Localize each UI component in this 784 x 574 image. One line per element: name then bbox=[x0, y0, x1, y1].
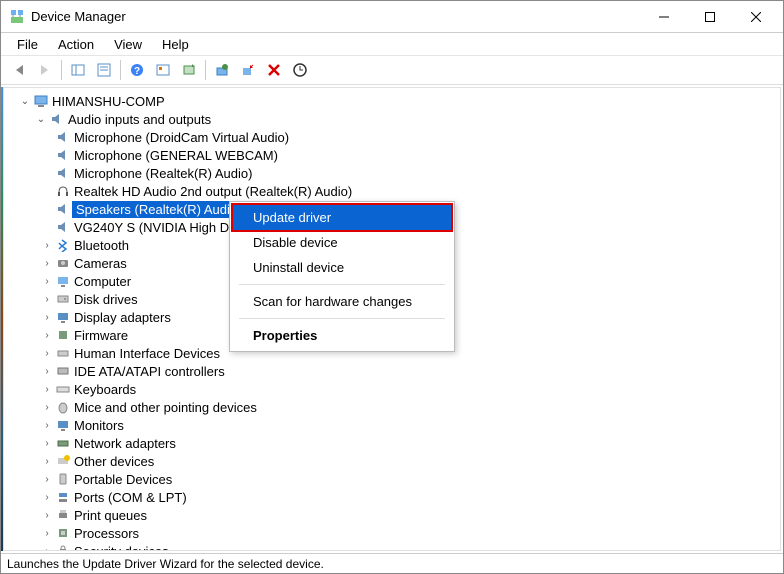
tree-device[interactable]: Microphone (GENERAL WEBCAM) bbox=[4, 146, 780, 164]
ide-icon bbox=[54, 364, 72, 378]
window-title: Device Manager bbox=[31, 9, 641, 24]
chevron-right-icon[interactable]: › bbox=[40, 420, 54, 431]
tree-device[interactable]: Microphone (DroidCam Virtual Audio) bbox=[4, 128, 780, 146]
chevron-right-icon[interactable]: › bbox=[40, 492, 54, 503]
chevron-right-icon[interactable]: › bbox=[40, 438, 54, 449]
menu-file[interactable]: File bbox=[9, 35, 46, 54]
chevron-right-icon[interactable]: › bbox=[40, 546, 54, 552]
menu-action[interactable]: Action bbox=[50, 35, 102, 54]
port-icon bbox=[54, 490, 72, 504]
monitor-icon bbox=[54, 418, 72, 432]
tree-category[interactable]: ›Processors bbox=[4, 524, 780, 542]
chevron-right-icon[interactable]: › bbox=[40, 456, 54, 467]
speaker-icon bbox=[54, 130, 72, 144]
menu-help[interactable]: Help bbox=[154, 35, 197, 54]
chevron-down-icon[interactable]: ⌄ bbox=[18, 96, 32, 107]
tree-category[interactable]: ›Ports (COM & LPT) bbox=[4, 488, 780, 506]
tree-category[interactable]: ›Network adapters bbox=[4, 434, 780, 452]
chevron-right-icon[interactable]: › bbox=[40, 294, 54, 305]
chevron-right-icon[interactable]: › bbox=[40, 528, 54, 539]
keyboard-icon bbox=[54, 382, 72, 396]
chevron-right-icon[interactable]: › bbox=[40, 402, 54, 413]
chevron-right-icon[interactable]: › bbox=[40, 312, 54, 323]
show-hide-button[interactable] bbox=[66, 58, 90, 82]
chevron-right-icon[interactable]: › bbox=[40, 366, 54, 377]
app-icon bbox=[9, 9, 25, 25]
back-button[interactable] bbox=[7, 58, 31, 82]
chevron-right-icon[interactable]: › bbox=[40, 330, 54, 341]
minimize-button[interactable] bbox=[641, 2, 687, 32]
add-driver-button[interactable] bbox=[177, 58, 201, 82]
tree-root[interactable]: ⌄ HIMANSHU-COMP bbox=[4, 92, 780, 110]
disable-button[interactable] bbox=[236, 58, 260, 82]
speaker-icon bbox=[54, 148, 72, 162]
network-icon bbox=[54, 436, 72, 450]
scan-button[interactable] bbox=[151, 58, 175, 82]
cm-scan-hardware[interactable]: Scan for hardware changes bbox=[233, 289, 451, 314]
tree-category[interactable]: ›Mice and other pointing devices bbox=[4, 398, 780, 416]
toolbar: ? bbox=[1, 55, 783, 85]
computer-icon bbox=[54, 274, 72, 288]
tree-category[interactable]: ›Print queues bbox=[4, 506, 780, 524]
hid-icon bbox=[54, 346, 72, 360]
svg-text:?: ? bbox=[134, 66, 140, 77]
statusbar-text: Launches the Update Driver Wizard for th… bbox=[7, 557, 324, 571]
tree-category[interactable]: ›Security devices bbox=[4, 542, 780, 551]
speaker-icon bbox=[54, 220, 72, 234]
statusbar: Launches the Update Driver Wizard for th… bbox=[1, 553, 783, 573]
tree-category-audio[interactable]: ⌄ Audio inputs and outputs bbox=[4, 110, 780, 128]
mouse-icon bbox=[54, 400, 72, 414]
chevron-down-icon[interactable]: ⌄ bbox=[34, 114, 48, 125]
unknown-icon bbox=[54, 454, 72, 468]
cm-separator bbox=[239, 284, 445, 285]
security-icon bbox=[54, 544, 72, 551]
portable-icon bbox=[54, 472, 72, 486]
chevron-right-icon[interactable]: › bbox=[40, 474, 54, 485]
menu-view[interactable]: View bbox=[106, 35, 150, 54]
cm-separator bbox=[239, 318, 445, 319]
chevron-right-icon[interactable]: › bbox=[40, 510, 54, 521]
headphones-icon bbox=[54, 184, 72, 198]
forward-button[interactable] bbox=[33, 58, 57, 82]
chevron-right-icon[interactable]: › bbox=[40, 348, 54, 359]
cm-properties[interactable]: Properties bbox=[233, 323, 451, 348]
uninstall-button[interactable] bbox=[262, 58, 286, 82]
update-driver-button[interactable] bbox=[210, 58, 234, 82]
chip-icon bbox=[54, 328, 72, 342]
tree-category[interactable]: ›Other devices bbox=[4, 452, 780, 470]
help-button[interactable]: ? bbox=[125, 58, 149, 82]
context-menu: Update driver Disable device Uninstall d… bbox=[229, 201, 455, 352]
camera-icon bbox=[54, 256, 72, 270]
tree-category[interactable]: ›Portable Devices bbox=[4, 470, 780, 488]
chevron-right-icon[interactable]: › bbox=[40, 384, 54, 395]
cm-update-driver[interactable]: Update driver bbox=[233, 205, 451, 230]
tree-category[interactable]: ›Keyboards bbox=[4, 380, 780, 398]
printer-icon bbox=[54, 508, 72, 522]
chevron-right-icon[interactable]: › bbox=[40, 240, 54, 251]
speaker-icon bbox=[54, 166, 72, 180]
chevron-right-icon[interactable]: › bbox=[40, 276, 54, 287]
computer-icon bbox=[32, 94, 50, 108]
chevron-right-icon[interactable]: › bbox=[40, 258, 54, 269]
tree-device[interactable]: Realtek HD Audio 2nd output (Realtek(R) … bbox=[4, 182, 780, 200]
tree-category[interactable]: ›IDE ATA/ATAPI controllers bbox=[4, 362, 780, 380]
properties-button[interactable] bbox=[92, 58, 116, 82]
bluetooth-icon bbox=[54, 238, 72, 252]
cm-disable-device[interactable]: Disable device bbox=[233, 230, 451, 255]
close-button[interactable] bbox=[733, 2, 779, 32]
display-icon bbox=[54, 310, 72, 324]
maximize-button[interactable] bbox=[687, 2, 733, 32]
scan-hardware-button[interactable] bbox=[288, 58, 312, 82]
cpu-icon bbox=[54, 526, 72, 540]
disk-icon bbox=[54, 292, 72, 306]
speaker-icon bbox=[48, 112, 66, 126]
cm-uninstall-device[interactable]: Uninstall device bbox=[233, 255, 451, 280]
speaker-icon bbox=[54, 202, 72, 216]
tree-device[interactable]: Microphone (Realtek(R) Audio) bbox=[4, 164, 780, 182]
menubar: File Action View Help bbox=[1, 33, 783, 55]
tree-category[interactable]: ›Monitors bbox=[4, 416, 780, 434]
